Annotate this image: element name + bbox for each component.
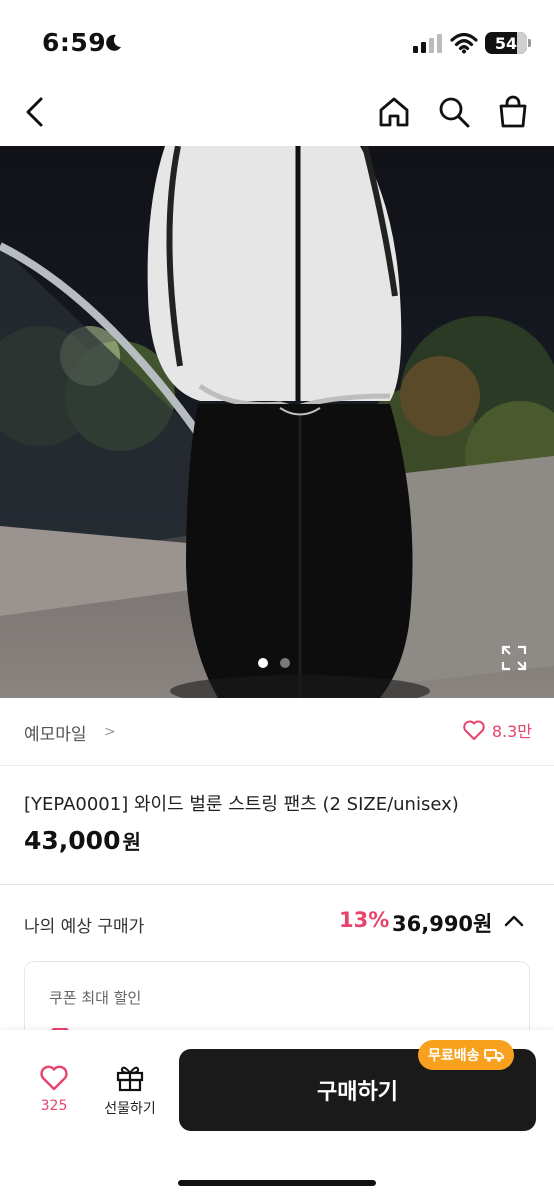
truck-icon xyxy=(483,1049,504,1062)
coupon-title: 쿠폰 최대 할인 xyxy=(49,989,142,1007)
signal-icon xyxy=(413,34,442,53)
store-name[interactable]: 예모마일 xyxy=(24,720,87,745)
chevron-up-icon[interactable] xyxy=(503,910,525,932)
expected-price-value: 36,990원 xyxy=(392,912,493,936)
cart-button[interactable] xyxy=(491,90,535,134)
chevron-left-icon xyxy=(26,97,43,127)
section-divider xyxy=(0,884,554,885)
wifi-icon xyxy=(450,32,478,54)
status-bar: 6:59 54 xyxy=(0,0,554,88)
discount-percent: 13% xyxy=(339,908,390,932)
chevron-right-icon: > xyxy=(104,724,116,740)
search-button[interactable] xyxy=(432,90,476,134)
expected-price-row[interactable]: 나의 예상 구매가 13% 36,990원 xyxy=(0,896,554,952)
wishlist-count: 325 xyxy=(40,1098,68,1114)
free-shipping-badge: 무료배송 xyxy=(418,1040,514,1070)
price-currency: 원 xyxy=(122,830,141,854)
product-photo xyxy=(0,146,554,698)
carousel-dot-2[interactable] xyxy=(280,658,290,668)
moon-icon xyxy=(106,34,121,51)
search-icon xyxy=(439,97,470,128)
home-button[interactable] xyxy=(372,90,416,134)
carousel-indicator xyxy=(258,658,290,668)
expected-price-label: 나의 예상 구매가 xyxy=(24,917,145,937)
status-time: 6:59 xyxy=(42,28,107,57)
gift-icon xyxy=(116,1066,144,1092)
battery-nub xyxy=(528,39,531,47)
home-icon xyxy=(379,97,409,127)
carousel-dot-1[interactable] xyxy=(258,658,268,668)
store-like-button[interactable]: 8.3만 xyxy=(462,718,532,742)
product-price: 43,000 원 xyxy=(24,826,141,855)
store-like-count: 8.3만 xyxy=(491,722,532,741)
battery-level: 54 xyxy=(494,33,518,53)
expand-icon[interactable] xyxy=(500,644,528,672)
back-button[interactable] xyxy=(14,90,58,134)
heart-icon xyxy=(40,1065,68,1091)
wishlist-button[interactable]: 325 xyxy=(24,1064,84,1134)
gift-button[interactable]: 선물하기 xyxy=(94,1064,166,1134)
product-title: [YEPA0001] 와이드 벌룬 스트링 팬츠 (2 SIZE/unisex) xyxy=(24,794,459,815)
store-row[interactable]: 예모마일 > 8.3만 xyxy=(0,698,554,766)
top-nav xyxy=(0,88,554,146)
price-value: 43,000 xyxy=(24,826,121,855)
free-shipping-label: 무료배송 xyxy=(428,1048,480,1064)
shopping-bag-icon xyxy=(499,95,527,128)
heart-icon xyxy=(463,720,485,740)
gift-label: 선물하기 xyxy=(104,1101,156,1117)
product-image[interactable] xyxy=(0,146,554,698)
battery-icon: 54 xyxy=(485,32,527,54)
home-indicator[interactable] xyxy=(178,1180,376,1186)
